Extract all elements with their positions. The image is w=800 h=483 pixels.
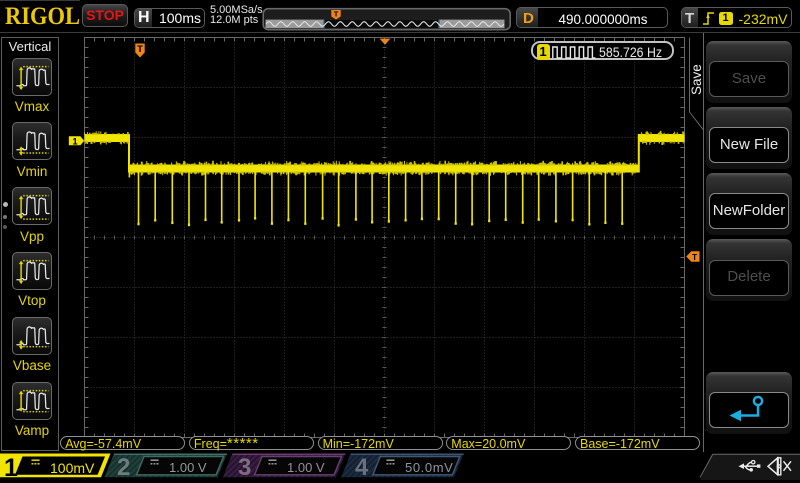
svg-text:T: T <box>137 44 143 55</box>
svg-text:1: 1 <box>72 136 78 147</box>
svg-text:T: T <box>334 10 339 19</box>
